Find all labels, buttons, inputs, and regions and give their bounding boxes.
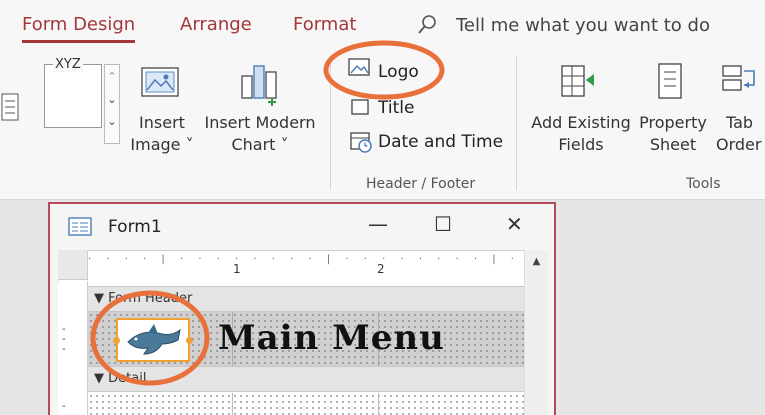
close-button[interactable]: ✕	[506, 212, 523, 236]
tab-arrange[interactable]: Arrange	[180, 14, 252, 35]
insert-image-button[interactable]: Insert Image ˅	[120, 112, 204, 156]
maximize-button[interactable]: ☐	[434, 212, 452, 236]
add-fields-label-1: Add Existing	[531, 113, 631, 132]
insert-image-label-1: Insert	[139, 113, 185, 132]
search-icon[interactable]	[416, 14, 438, 36]
horizontal-ruler: · · · · | · · · · · · · · | · · · · · · …	[88, 254, 522, 265]
form-selector[interactable]	[58, 250, 88, 280]
grid-line	[378, 393, 379, 415]
add-existing-fields-button[interactable]: Add Existing Fields	[528, 112, 634, 156]
header-footer-group-label: Header / Footer	[366, 176, 476, 192]
property-sheet-label-2: Sheet	[649, 135, 697, 154]
property-sheet-label-1: Property	[639, 113, 707, 132]
property-sheet-button[interactable]: Property Sheet	[636, 112, 710, 156]
property-sheet-icon[interactable]	[656, 62, 686, 102]
tab-order-label-2: Order	[716, 135, 762, 154]
vertical-ruler: --- -	[58, 281, 88, 415]
date-time-icon[interactable]	[350, 130, 374, 154]
insert-modern-chart-button[interactable]: Insert Modern Chart ˅	[200, 112, 320, 156]
form-window-title: Form1	[108, 217, 162, 237]
gallery-scroll[interactable]: ⌃ ⌄ ⌄	[104, 64, 120, 144]
insert-chart-label-1: Insert Modern	[204, 113, 316, 132]
add-fields-label-2: Fields	[558, 135, 604, 154]
logo-highlight-ring	[323, 40, 445, 100]
tell-me-search[interactable]: Tell me what you want to do	[456, 15, 710, 36]
insert-image-icon[interactable]	[140, 66, 182, 100]
control-icon-partial[interactable]	[0, 88, 28, 128]
gallery-down-icon[interactable]: ⌄	[105, 89, 119, 111]
insert-chart-label-2: Chart ˅	[231, 135, 289, 154]
scroll-up-icon[interactable]: ▲	[525, 256, 548, 267]
tab-order-icon[interactable]	[720, 62, 765, 102]
form-header-title-label[interactable]: Main Menu	[218, 318, 445, 358]
detail-area[interactable]	[88, 393, 524, 415]
logo-control-highlight-ring	[90, 290, 210, 386]
insert-chart-icon[interactable]	[238, 62, 286, 108]
ruler-mark-2: 2	[376, 262, 386, 276]
tools-group-label: Tools	[686, 176, 721, 192]
tab-form-design[interactable]: Form Design	[22, 14, 136, 43]
xyz-label: XYZ	[53, 57, 83, 72]
grid-line	[232, 393, 233, 415]
minimize-button[interactable]: —	[368, 212, 388, 236]
vertical-scrollbar[interactable]: ▲	[524, 250, 548, 415]
label-control-gallery-item[interactable]: XYZ	[44, 57, 102, 128]
ribbon-separator	[516, 56, 517, 190]
gallery-up-icon[interactable]: ⌃	[105, 65, 119, 89]
form-icon	[68, 217, 92, 236]
gallery-more-icon[interactable]: ⌄	[105, 111, 119, 133]
date-and-time-button[interactable]: Date and Time	[378, 132, 503, 152]
tab-format[interactable]: Format	[293, 14, 356, 35]
tab-order-label-1: Tab	[726, 113, 754, 132]
ruler-mark-1: 1	[232, 262, 242, 276]
tab-order-button[interactable]: Tab Order	[716, 112, 765, 156]
add-existing-fields-icon[interactable]	[560, 62, 596, 102]
insert-image-label-2: Image ˅	[130, 135, 194, 154]
